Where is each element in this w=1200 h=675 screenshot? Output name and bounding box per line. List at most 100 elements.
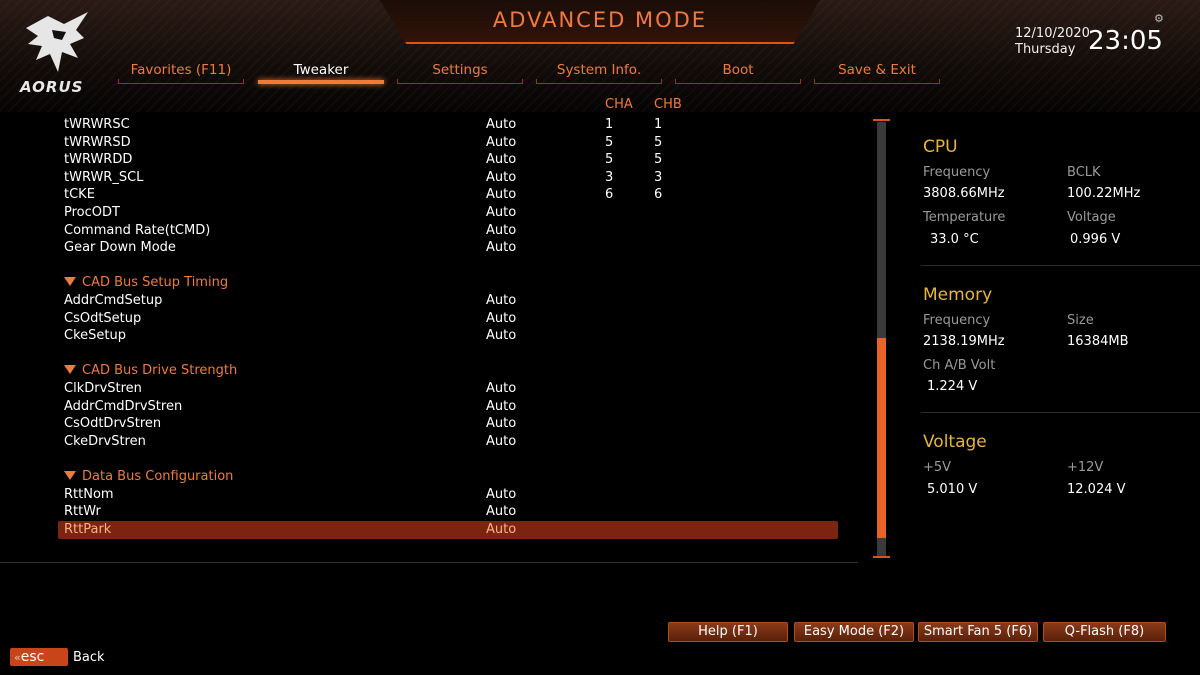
setting-row[interactable]: CkeSetup Auto: [58, 327, 838, 345]
setting-name: Gear Down Mode: [64, 240, 176, 256]
cpu-voltage-label: Voltage: [1067, 210, 1116, 225]
memory-size-value: 16384MB: [1067, 334, 1129, 349]
scrollbar-bottom-cap: [873, 556, 890, 558]
settings-gear-icon[interactable]: ⚙: [1154, 12, 1164, 25]
memory-size-label: Size: [1067, 313, 1094, 328]
cha-value: 5: [605, 152, 614, 168]
scrollbar-top-cap: [873, 119, 890, 121]
setting-value[interactable]: Auto: [486, 116, 516, 134]
setting-value[interactable]: Auto: [486, 186, 516, 204]
memory-frequency-value: 2138.19MHz: [923, 334, 1005, 349]
setting-value[interactable]: Auto: [486, 151, 516, 169]
hardware-monitor-panel: CPU Frequency BCLK 3808.66MHz 100.22MHz …: [905, 120, 1200, 560]
setting-value[interactable]: Auto: [486, 398, 516, 416]
setting-value[interactable]: Auto: [486, 433, 516, 451]
scrollbar-thumb[interactable]: [877, 338, 886, 538]
setting-value[interactable]: Auto: [486, 134, 516, 152]
setting-name: CsOdtDrvStren: [64, 416, 162, 432]
setting-row[interactable]: Command Rate(tCMD) Auto: [58, 222, 838, 240]
double-chevron-left-icon: «: [14, 651, 21, 664]
setting-value[interactable]: Auto: [486, 222, 516, 240]
voltage-5v-value: 5.010 V: [927, 482, 978, 497]
setting-name: CsOdtSetup: [64, 310, 142, 326]
setting-row[interactable]: tWRWRSD Auto 5 5: [58, 134, 838, 152]
date-text: 12/10/2020: [1015, 26, 1090, 41]
setting-value[interactable]: Auto: [486, 169, 516, 187]
voltage-12v-value: 12.024 V: [1067, 482, 1126, 497]
setting-name: ProcODT: [64, 205, 120, 220]
setting-row[interactable]: tWRWRSC Auto 1 1: [58, 116, 838, 134]
setting-row[interactable]: CsOdtSetup Auto: [58, 310, 838, 328]
tab-boot[interactable]: Boot: [675, 60, 801, 84]
setting-name: tWRWRSD: [64, 134, 131, 150]
section-title: CAD Bus Setup Timing: [82, 275, 229, 291]
section-title: CAD Bus Drive Strength: [82, 363, 238, 379]
chb-value: 3: [654, 169, 663, 185]
voltage-12v-label: +12V: [1067, 460, 1104, 475]
setting-value[interactable]: Auto: [486, 486, 516, 504]
collapse-triangle-icon: [64, 277, 76, 287]
setting-row-selected[interactable]: RttPark Auto: [58, 520, 838, 539]
setting-name: tCKE: [64, 187, 95, 203]
cpu-voltage-value: 0.996 V: [1070, 232, 1121, 247]
aorus-logo-text: AORUS: [20, 78, 84, 96]
setting-value[interactable]: Auto: [486, 415, 516, 433]
cpu-bclk-label: BCLK: [1067, 165, 1101, 180]
setting-value[interactable]: Auto: [486, 327, 516, 345]
section-header-data-bus[interactable]: Data Bus Configuration: [58, 468, 838, 486]
setting-row[interactable]: CkeDrvStren Auto: [58, 433, 838, 451]
setting-value[interactable]: Auto: [486, 503, 516, 521]
column-header-chb: CHB: [654, 97, 682, 112]
cpu-frequency-label: Frequency: [923, 165, 991, 180]
setting-row[interactable]: Gear Down Mode Auto: [58, 239, 838, 257]
setting-row[interactable]: RttWr Auto: [58, 503, 838, 521]
section-header-cad-bus-drive[interactable]: CAD Bus Drive Strength: [58, 362, 838, 380]
q-flash-button[interactable]: Q-Flash (F8): [1043, 622, 1166, 642]
setting-row[interactable]: ProcODT Auto: [58, 204, 838, 222]
esc-label: «esc: [14, 648, 44, 667]
collapse-triangle-icon: [64, 365, 76, 375]
tab-system-info[interactable]: System Info.: [536, 60, 662, 84]
setting-value[interactable]: Auto: [486, 204, 516, 222]
setting-value[interactable]: Auto: [486, 310, 516, 328]
tab-favorites[interactable]: Favorites (F11): [118, 60, 244, 84]
setting-name: ClkDrvStren: [64, 381, 142, 396]
setting-name: RttNom: [64, 486, 114, 502]
tab-settings[interactable]: Settings: [397, 60, 523, 84]
chb-value: 1: [654, 117, 663, 132]
setting-row[interactable]: AddrCmdSetup Auto: [58, 292, 838, 310]
clock-time: 23:05: [1088, 26, 1163, 56]
chb-value: 5: [654, 134, 663, 150]
cpu-bclk-value: 100.22MHz: [1067, 186, 1141, 201]
section-header-cad-bus-setup[interactable]: CAD Bus Setup Timing: [58, 274, 838, 292]
smart-fan-button[interactable]: Smart Fan 5 (F6): [918, 622, 1038, 642]
setting-value[interactable]: Auto: [486, 380, 516, 398]
setting-row[interactable]: RttNom Auto: [58, 486, 838, 504]
panel-divider: [921, 412, 1200, 413]
setting-row[interactable]: CsOdtDrvStren Auto: [58, 415, 838, 433]
tab-tweaker[interactable]: Tweaker: [258, 60, 384, 84]
setting-name: CkeDrvStren: [64, 433, 146, 449]
setting-value[interactable]: Auto: [486, 239, 516, 257]
easy-mode-button[interactable]: Easy Mode (F2): [794, 622, 914, 642]
panel-divider: [921, 265, 1200, 266]
setting-name: tWRWRDD: [64, 152, 133, 168]
back-label[interactable]: Back: [73, 650, 105, 665]
setting-row[interactable]: tCKE Auto 6 6: [58, 186, 838, 204]
setting-row[interactable]: tWRWR_SCL Auto 3 3: [58, 169, 838, 187]
cha-value: 5: [605, 134, 614, 150]
setting-name: tWRWR_SCL: [64, 169, 144, 185]
help-button[interactable]: Help (F1): [668, 622, 788, 642]
setting-row[interactable]: tWRWRDD Auto 5 5: [58, 151, 838, 169]
setting-name: RttPark: [64, 521, 112, 537]
chb-value: 6: [654, 187, 663, 203]
tab-save-exit[interactable]: Save & Exit: [814, 60, 940, 84]
setting-row[interactable]: ClkDrvStren Auto: [58, 380, 838, 398]
memory-volt-label: Ch A/B Volt: [923, 358, 996, 373]
setting-row[interactable]: AddrCmdDrvStren Auto: [58, 398, 838, 416]
cha-value: 3: [605, 169, 614, 185]
setting-value[interactable]: Auto: [486, 292, 516, 310]
page-title: ADVANCED MODE: [492, 8, 708, 32]
setting-name: AddrCmdSetup: [64, 293, 163, 308]
setting-value[interactable]: Auto: [486, 521, 516, 539]
